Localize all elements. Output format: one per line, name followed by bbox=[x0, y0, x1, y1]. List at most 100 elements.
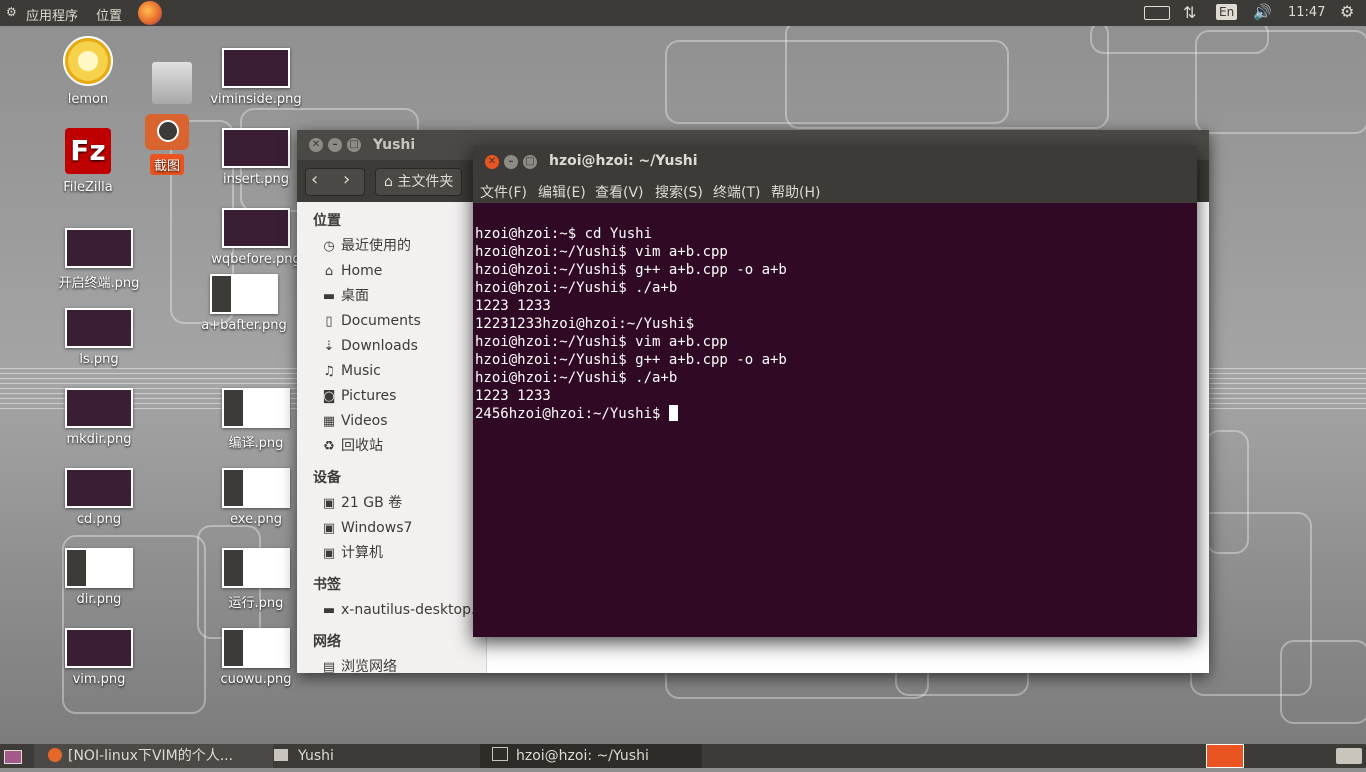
menu-edit[interactable]: 编辑(E) bbox=[538, 182, 586, 202]
firefox-icon[interactable] bbox=[138, 1, 162, 25]
terminal-line: hzoi@hzoi:~/Yushi$ vim a+b.cpp bbox=[475, 334, 728, 350]
maximize-button[interactable]: □ bbox=[347, 138, 361, 152]
desktop-icon-run[interactable]: 运行.png bbox=[206, 548, 306, 611]
icon-label: lemon bbox=[67, 92, 109, 107]
terminal-window: ✕ – □ hzoi@hzoi: ~/Yushi 文件(F) 编辑(E) 查看(… bbox=[473, 146, 1197, 637]
terminal-output[interactable]: hzoi@hzoi:~$ cd Yushi hzoi@hzoi:~/Yushi$ … bbox=[473, 203, 1197, 463]
sidebar-item-volume[interactable]: ▣ 21 GB 卷 bbox=[297, 491, 486, 516]
places-menu[interactable]: 位置 bbox=[96, 5, 122, 24]
icon-label: vim.png bbox=[72, 672, 126, 687]
sidebar-item-windows7[interactable]: ▣ Windows7 bbox=[297, 516, 486, 541]
desktop-icon-mkdir[interactable]: mkdir.png bbox=[49, 388, 149, 447]
path-home-button[interactable]: ⌂ 主文件夹 bbox=[375, 168, 463, 196]
taskbar-item-firefox[interactable]: [NOI-linux下VIM的个人... bbox=[34, 744, 273, 768]
network-icon[interactable]: ⇅ bbox=[1183, 3, 1196, 22]
terminal-icon bbox=[492, 747, 508, 761]
sidebar-item-recent[interactable]: ◷ 最近使用的 bbox=[297, 234, 486, 259]
terminal-prompt-line: 2456hzoi@hzoi:~/Yushi$ bbox=[475, 405, 1195, 423]
sidebar-item-home[interactable]: ⌂ Home bbox=[297, 259, 486, 284]
lemon-app-icon bbox=[63, 36, 113, 86]
keyboard-layout-indicator[interactable]: En bbox=[1216, 4, 1238, 20]
desktop-icon-wqbefore[interactable]: wqbefore.png bbox=[206, 208, 306, 267]
desktop-icon-viminside[interactable]: viminside.png bbox=[206, 48, 306, 107]
sidebar-item-documents[interactable]: ▯ Documents bbox=[297, 309, 486, 334]
image-thumbnail bbox=[210, 274, 278, 314]
desktop-icon-dir[interactable]: dir.png bbox=[49, 548, 149, 607]
desktop-icon-compile[interactable]: 编译.png bbox=[206, 388, 306, 451]
icon-label: 编译.png bbox=[228, 436, 284, 451]
show-desktop-icon[interactable] bbox=[4, 744, 24, 768]
applications-menu[interactable]: 应用程序 bbox=[26, 5, 78, 24]
drive-icon: ▣ bbox=[322, 521, 336, 536]
desktop-icon-filezilla[interactable]: Fz FileZilla bbox=[38, 128, 138, 195]
sidebar-item-trash[interactable]: ♻ 回收站 bbox=[297, 434, 486, 459]
workspace-switcher[interactable] bbox=[1206, 744, 1244, 768]
desktop-icon-ls[interactable]: ls.png bbox=[49, 308, 149, 367]
home-icon: ⌂ bbox=[384, 174, 398, 190]
volume-icon[interactable]: 🔊 bbox=[1253, 3, 1272, 21]
filezilla-icon: Fz bbox=[65, 128, 111, 174]
sidebar-item-desktop[interactable]: ▬ 桌面 bbox=[297, 284, 486, 309]
image-thumbnail bbox=[65, 628, 133, 668]
clock[interactable]: 11:47 bbox=[1288, 5, 1325, 20]
window-title: hzoi@hzoi: ~/Yushi bbox=[549, 153, 698, 169]
menu-view[interactable]: 查看(V) bbox=[595, 182, 644, 202]
terminal-line: 1223 1233 bbox=[475, 388, 551, 404]
sidebar-item-bookmark[interactable]: ▬ x-nautilus-desktop... bbox=[297, 598, 486, 623]
menu-search[interactable]: 搜索(S) bbox=[655, 182, 703, 202]
sidebar-item-browse-network[interactable]: ▤ 浏览网络 bbox=[297, 655, 486, 673]
minimize-button[interactable]: – bbox=[328, 138, 342, 152]
desktop-icon-open-terminal[interactable]: 开启终端.png bbox=[49, 228, 149, 291]
image-thumbnail bbox=[222, 628, 290, 668]
ubuntu-logo-icon[interactable]: ⚙ bbox=[6, 5, 17, 19]
sidebar-item-downloads[interactable]: ⇣ Downloads bbox=[297, 334, 486, 359]
terminal-line: hzoi@hzoi:~/Yushi$ g++ a+b.cpp -o a+b bbox=[475, 262, 787, 278]
desktop-icon-abafter[interactable]: a+bafter.png bbox=[194, 274, 294, 333]
minimize-button[interactable]: – bbox=[504, 155, 518, 169]
desktop-icon-cuowu[interactable]: cuowu.png bbox=[206, 628, 306, 687]
sidebar-item-computer[interactable]: ▣ 计算机 bbox=[297, 541, 486, 566]
desktop-icon-lemon[interactable]: lemon bbox=[38, 36, 138, 107]
taskbar-item-terminal[interactable]: hzoi@hzoi: ~/Yushi bbox=[480, 744, 702, 768]
close-button[interactable]: ✕ bbox=[485, 155, 499, 169]
menu-help[interactable]: 帮助(H) bbox=[771, 182, 820, 202]
icon-label: ls.png bbox=[79, 352, 119, 367]
keyboard-icon[interactable] bbox=[1144, 6, 1170, 20]
terminal-titlebar[interactable]: ✕ – □ hzoi@hzoi: ~/Yushi bbox=[473, 146, 1197, 177]
network-folder-icon: ▬ bbox=[322, 603, 336, 618]
desktop-icon-exe[interactable]: exe.png bbox=[206, 468, 306, 527]
terminal-line: 12231233hzoi@hzoi:~/Yushi$ bbox=[475, 316, 695, 332]
close-button[interactable]: ✕ bbox=[309, 138, 323, 152]
menu-file[interactable]: 文件(F) bbox=[480, 182, 527, 202]
forward-button[interactable]: › bbox=[343, 169, 350, 190]
top-panel: ⚙ 应用程序 位置 ⇅ En 🔊 11:47 ⚙ bbox=[0, 0, 1366, 26]
sidebar-heading: 书签 bbox=[313, 577, 341, 593]
taskbar-item-file-manager[interactable]: Yushi bbox=[266, 744, 474, 768]
document-icon: ▯ bbox=[325, 314, 333, 329]
desktop-icon-cd[interactable]: cd.png bbox=[49, 468, 149, 527]
icon-label: insert.png bbox=[223, 172, 289, 187]
icon-label: dir.png bbox=[76, 592, 122, 607]
trash-icon: ♻ bbox=[323, 439, 335, 454]
icon-label: viminside.png bbox=[210, 92, 302, 107]
back-button[interactable]: ‹ bbox=[311, 169, 318, 190]
sidebar-heading: 位置 bbox=[313, 213, 341, 229]
image-thumbnail bbox=[65, 308, 133, 348]
wallpaper-decoration bbox=[785, 20, 1109, 129]
terminal-line: hzoi@hzoi:~/Yushi$ ./a+b bbox=[475, 280, 678, 296]
settings-gear-icon[interactable]: ⚙ bbox=[1340, 2, 1354, 21]
desktop-icon-drawer[interactable] bbox=[150, 62, 194, 104]
desktop-icon-screenshot[interactable]: 截图 bbox=[138, 114, 196, 175]
desktop-icon-vim[interactable]: vim.png bbox=[49, 628, 149, 687]
wallpaper-decoration bbox=[1195, 30, 1366, 134]
drive-icon: ▣ bbox=[322, 496, 336, 511]
sidebar-item-pictures[interactable]: ◙ Pictures bbox=[297, 384, 486, 409]
trash-icon[interactable] bbox=[1336, 748, 1362, 764]
maximize-button[interactable]: □ bbox=[523, 155, 537, 169]
terminal-line: 1223 1233 bbox=[475, 298, 551, 314]
icon-label: 截图 bbox=[149, 154, 184, 175]
sidebar-item-music[interactable]: ♫ Music bbox=[297, 359, 486, 384]
sidebar-item-videos[interactable]: ▦ Videos bbox=[297, 409, 486, 434]
menu-terminal[interactable]: 终端(T) bbox=[713, 182, 760, 202]
desktop-icon-insert[interactable]: insert.png bbox=[206, 128, 306, 187]
